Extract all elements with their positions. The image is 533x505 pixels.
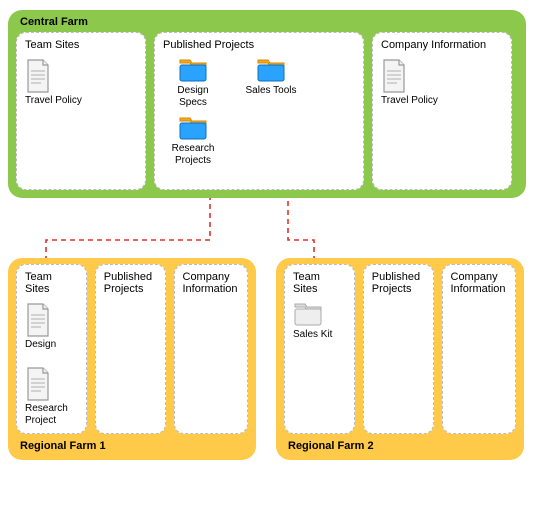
folder-item: Research Projects: [163, 117, 223, 167]
r2-company-info-panel: Company Information: [442, 264, 517, 434]
regional-farm-2-title: Regional Farm 2: [288, 440, 516, 452]
panel-title: Company Information: [381, 39, 503, 51]
document-item: Travel Policy: [381, 59, 503, 107]
regional-farm-2: Team Sites Sales Kit Published Projects …: [276, 258, 524, 460]
r1-published-projects-panel: Published Projects: [95, 264, 166, 434]
document-icon: [25, 59, 51, 93]
panel-title: Published Projects: [163, 39, 355, 51]
item-label: Sales Kit: [293, 329, 332, 341]
panel-title: Team Sites: [293, 271, 346, 295]
folder-icon: [178, 117, 208, 141]
folder-icon: [293, 303, 323, 327]
item-label: Design: [25, 339, 56, 351]
central-team-sites-panel: Team Sites Travel Policy: [16, 32, 146, 190]
item-label: Research Project: [25, 403, 78, 427]
panel-title: Published Projects: [372, 271, 425, 295]
item-label: Design Specs: [163, 85, 223, 109]
item-label: Travel Policy: [381, 95, 438, 107]
folder-icon: [256, 59, 286, 83]
item-label: Research Projects: [163, 143, 223, 167]
document-icon: [25, 303, 51, 337]
regional-farm-1-title: Regional Farm 1: [20, 440, 248, 452]
folder-item: Design Specs: [163, 59, 223, 109]
panel-title: Company Information: [451, 271, 508, 295]
folder-item: Sales Kit: [293, 303, 346, 341]
r1-team-sites-panel: Team Sites Design Research Project: [16, 264, 87, 434]
folder-icon: [178, 59, 208, 83]
panel-title: Published Projects: [104, 271, 157, 295]
document-item: Research Project: [25, 367, 78, 427]
central-farm: Central Farm Team Sites Travel Policy Pu…: [8, 10, 526, 198]
panel-title: Company Information: [183, 271, 240, 295]
central-company-info-panel: Company Information Travel Policy: [372, 32, 512, 190]
document-icon: [25, 367, 51, 401]
document-icon: [381, 59, 407, 93]
r1-company-info-panel: Company Information: [174, 264, 249, 434]
document-item: Design: [25, 303, 78, 351]
central-published-projects-panel: Published Projects Design Specs Sales To…: [154, 32, 364, 190]
document-item: Travel Policy: [25, 59, 137, 107]
panel-title: Team Sites: [25, 271, 78, 295]
r2-published-projects-panel: Published Projects: [363, 264, 434, 434]
central-farm-title: Central Farm: [20, 16, 518, 28]
folder-item: Sales Tools: [241, 59, 301, 109]
item-label: Travel Policy: [25, 95, 82, 107]
item-label: Sales Tools: [246, 85, 297, 97]
regional-farm-1: Team Sites Design Research Project: [8, 258, 256, 460]
r2-team-sites-panel: Team Sites Sales Kit: [284, 264, 355, 434]
panel-title: Team Sites: [25, 39, 137, 51]
